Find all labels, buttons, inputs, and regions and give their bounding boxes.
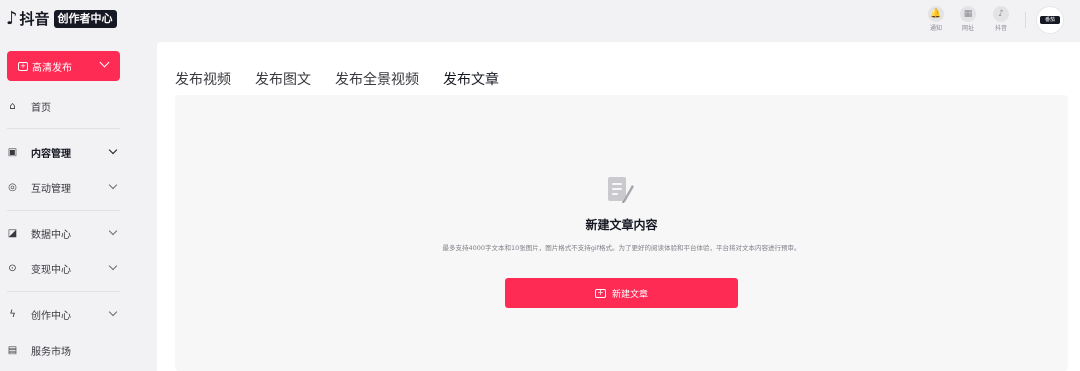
store-icon: ▤ xyxy=(7,344,18,356)
tab-publish-video[interactable]: 发布视频 xyxy=(175,69,231,96)
divider xyxy=(7,128,120,129)
logo[interactable]: ♪ 抖音 创作者中心 xyxy=(6,9,117,29)
chevron-down-icon xyxy=(99,57,110,68)
avatar[interactable]: 番茄 xyxy=(1036,6,1064,34)
chart-icon: ◪ xyxy=(7,227,18,239)
divider xyxy=(1025,12,1026,28)
notification-button[interactable]: 🔔 通知 xyxy=(924,6,948,32)
logo-badge: 创作者中心 xyxy=(53,10,117,28)
douyin-logo-icon: ♪ xyxy=(6,8,18,29)
tab-publish-panoramic-video[interactable]: 发布全景视频 xyxy=(335,69,419,96)
top-bar: ♪ 抖音 创作者中心 🔔 通知 ▦ 网址 ♪ 抖音 番茄 xyxy=(0,0,1080,40)
tab-publish-image-text[interactable]: 发布图文 xyxy=(255,69,311,96)
hd-publish-button[interactable]: + 高清发布 xyxy=(7,51,120,81)
tab-publish-article[interactable]: 发布文章 xyxy=(443,69,499,97)
sidebar-item-data-center[interactable]: ◪ 数据中心 xyxy=(0,221,130,245)
empty-state: 新建文章内容 最多支持4000字文本和10张图片，图片格式不支持gif格式。为了… xyxy=(175,95,1068,371)
website-label: 网址 xyxy=(961,25,974,32)
sidebar-item-service-market[interactable]: ▤ 服务市场 xyxy=(0,338,130,362)
notification-label: 通知 xyxy=(929,25,942,32)
new-article-label: 新建文章 xyxy=(611,289,648,300)
main-panel: 发布视频 发布图文 发布全景视频 发布文章 新建文章内容 最多支持4000字文本… xyxy=(157,42,1080,371)
publish-tabs: 发布视频 发布图文 发布全景视频 发布文章 xyxy=(175,69,523,97)
chevron-down-icon xyxy=(108,180,118,190)
sidebar-item-label: 数据中心 xyxy=(31,229,71,241)
home-icon: ⌂ xyxy=(9,100,16,112)
sidebar-item-label: 互动管理 xyxy=(31,183,71,195)
sidebar-item-monetization-center[interactable]: ⊙ 变现中心 xyxy=(0,256,130,280)
sidebar-item-label: 内容管理 xyxy=(31,148,71,160)
divider xyxy=(7,210,120,211)
lightning-icon: ϟ xyxy=(9,308,16,320)
grid-icon: ▦ xyxy=(960,6,976,22)
article-edit-icon xyxy=(608,177,634,203)
hd-publish-label: 高清发布 xyxy=(32,62,72,74)
sidebar-item-label: 服务市场 xyxy=(31,346,71,358)
chevron-down-icon xyxy=(108,226,118,236)
douyin-label: 抖音 xyxy=(994,25,1007,32)
coin-icon: ⊙ xyxy=(8,262,17,274)
sidebar-item-creation-center[interactable]: ϟ 创作中心 xyxy=(0,302,130,326)
empty-title: 新建文章内容 xyxy=(585,218,658,232)
sidebar-item-label: 创作中心 xyxy=(31,310,71,322)
bell-icon: 🔔 xyxy=(928,6,944,22)
upload-icon: + xyxy=(18,61,28,71)
chevron-down-icon xyxy=(108,261,118,271)
new-article-button[interactable]: + 新建文章 xyxy=(505,278,738,308)
website-button[interactable]: ▦ 网址 xyxy=(956,6,980,32)
plus-square-icon: + xyxy=(594,288,606,298)
chevron-down-icon xyxy=(108,307,118,317)
sidebar-item-content-management[interactable]: ▣ 内容管理 xyxy=(0,140,130,164)
douyin-button[interactable]: ♪ 抖音 xyxy=(989,6,1013,32)
sidebar-item-label: 首页 xyxy=(31,102,51,114)
sidebar: + 高清发布 ⌂ 首页 ▣ 内容管理 ◎ 互动管理 ◪ 数据中心 ⊙ 变现中心 … xyxy=(0,40,140,371)
chevron-down-icon xyxy=(108,145,118,155)
logo-text: 抖音 xyxy=(19,10,50,28)
sidebar-item-home[interactable]: ⌂ 首页 xyxy=(0,94,130,118)
play-square-icon: ▣ xyxy=(7,146,18,158)
douyin-icon: ♪ xyxy=(993,6,1009,22)
divider xyxy=(7,291,120,292)
sidebar-item-interaction-management[interactable]: ◎ 互动管理 xyxy=(0,175,130,199)
avatar-text: 番茄 xyxy=(1040,16,1060,24)
sidebar-item-label: 变现中心 xyxy=(31,264,71,276)
empty-description: 最多支持4000字文本和10张图片，图片格式不支持gif格式。为了更好的阅读体验… xyxy=(442,244,801,252)
comment-icon: ◎ xyxy=(8,181,17,193)
